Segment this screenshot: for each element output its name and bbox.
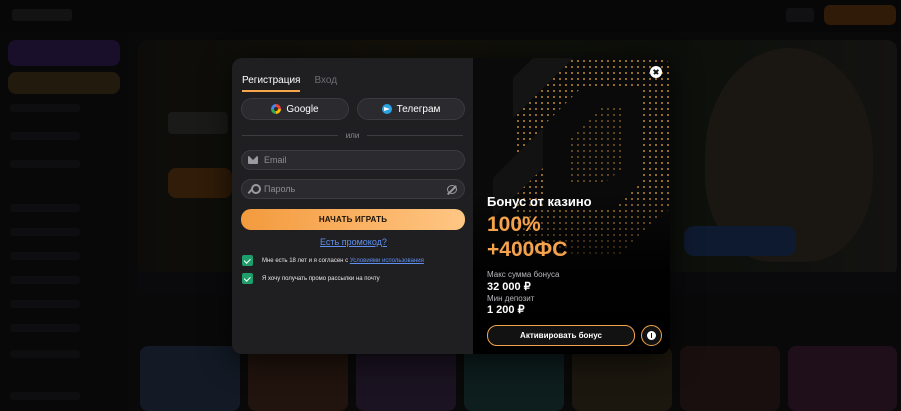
- mail-icon: [248, 156, 258, 164]
- password-input[interactable]: [264, 184, 434, 194]
- divider-line: [242, 134, 338, 136]
- tab-login[interactable]: Вход: [314, 75, 337, 92]
- promo-code-link[interactable]: Есть промокод?: [320, 237, 387, 247]
- bonus-free-spins: +400ФС: [487, 238, 568, 261]
- email-input[interactable]: [264, 155, 434, 165]
- key-icon: [248, 184, 261, 194]
- age-consent-label: Мне есть 18 лет и я согласен с: [262, 257, 350, 264]
- registration-form: Регистрация Вход Google Телеграм или НАЧ…: [232, 58, 473, 354]
- max-bonus-value: 32 000 ₽: [487, 281, 531, 293]
- mailing-consent-checkbox[interactable]: [242, 273, 253, 284]
- mailing-consent-label: Я хочу получать промо рассылки на почту: [262, 275, 380, 282]
- terms-link[interactable]: Условиями использования: [350, 258, 424, 264]
- telegram-login-label: Телеграм: [396, 103, 441, 115]
- activate-bonus-button[interactable]: Активировать бонус: [487, 325, 635, 346]
- tab-registration[interactable]: Регистрация: [242, 75, 301, 92]
- start-playing-button[interactable]: НАЧАТЬ ИГРАТЬ: [241, 209, 465, 230]
- divider-line: [367, 134, 464, 136]
- bonus-promo-panel: Бонус от казино 100% +400ФС Макс сумма б…: [473, 58, 670, 354]
- eye-off-icon[interactable]: [447, 185, 457, 194]
- close-icon[interactable]: [650, 66, 662, 78]
- min-deposit-value: 1 200 ₽: [487, 304, 525, 316]
- info-icon: [647, 331, 656, 340]
- max-bonus-label: Макс сумма бонуса: [487, 270, 560, 279]
- bonus-title: Бонус от казино: [487, 194, 592, 209]
- age-consent-row: Мне есть 18 лет и я согласен с Условиями…: [242, 255, 424, 266]
- or-divider: или: [242, 129, 464, 141]
- google-login-button[interactable]: Google: [241, 98, 349, 120]
- divider-text: или: [345, 130, 360, 140]
- auth-tabs: Регистрация Вход: [242, 75, 337, 92]
- bonus-info-button[interactable]: [641, 325, 662, 346]
- google-login-label: Google: [286, 103, 319, 115]
- age-consent-text: Мне есть 18 лет и я согласен с Условиями…: [262, 258, 424, 264]
- password-field: [241, 179, 465, 199]
- age-consent-checkbox[interactable]: [242, 255, 253, 266]
- email-field: [241, 150, 465, 170]
- registration-modal: Регистрация Вход Google Телеграм или НАЧ…: [232, 58, 670, 354]
- mailing-consent-row: Я хочу получать промо рассылки на почту: [242, 273, 380, 284]
- google-icon: [271, 104, 282, 114]
- telegram-login-button[interactable]: Телеграм: [357, 98, 465, 120]
- min-deposit-label: Мин депозит: [487, 294, 535, 303]
- telegram-icon: [381, 104, 392, 114]
- bonus-percent: 100%: [487, 213, 541, 236]
